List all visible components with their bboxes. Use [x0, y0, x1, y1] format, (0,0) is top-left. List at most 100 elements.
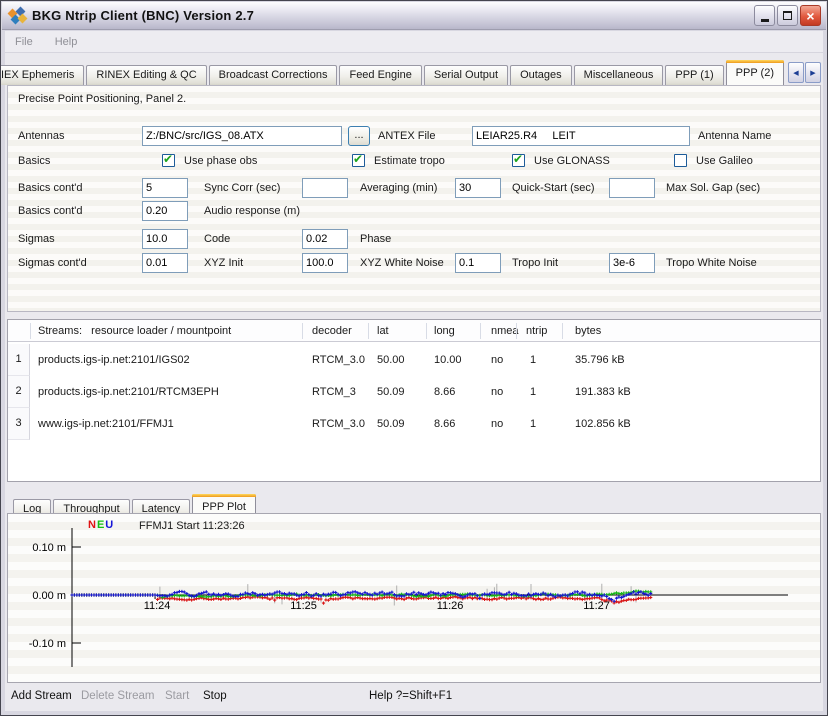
svg-text:11:24: 11:24 — [144, 600, 171, 612]
cell-long: 10.00 — [434, 344, 462, 376]
cell-lat: 50.09 — [377, 376, 405, 408]
estimate-tropo-checkbox[interactable]: ✔ — [352, 154, 365, 167]
svg-text:11:26: 11:26 — [437, 600, 464, 612]
check-icon: ✔ — [513, 152, 523, 166]
tab-broadcast-corrections[interactable]: Broadcast Corrections — [209, 65, 338, 85]
close-button[interactable]: × — [800, 5, 821, 26]
row-number: 1 — [8, 344, 30, 376]
tab-miscellaneous[interactable]: Miscellaneous — [574, 65, 664, 85]
basics-row: Basics ✔ Use phase obs ✔ Estimate tropo … — [8, 150, 820, 172]
table-row[interactable]: 2 products.igs-ip.net:2101/RTCM3EPH RTCM… — [8, 376, 820, 408]
basics-contd2-label: Basics cont'd — [18, 200, 82, 222]
col-header-decoder[interactable]: decoder — [312, 320, 352, 342]
legend-up: U — [105, 519, 114, 531]
streams-table: Streams: resource loader / mountpoint de… — [7, 319, 821, 482]
menu-help[interactable]: Help — [55, 36, 78, 48]
xyz-white-noise-label: XYZ White Noise — [360, 252, 444, 274]
basics-contd2-row: Basics cont'd Audio response (m) — [8, 200, 820, 222]
sync-corr-label: Sync Corr (sec) — [204, 177, 280, 199]
start-button[interactable]: Start — [165, 681, 189, 711]
col-header-streams[interactable]: Streams: resource loader / mountpoint — [38, 320, 231, 342]
table-row[interactable]: 3 www.igs-ip.net:2101/FFMJ1 RTCM_3.0 50.… — [8, 408, 820, 440]
col-header-ntrip[interactable]: ntrip — [526, 320, 547, 342]
chevron-right-icon: ▶ — [810, 69, 815, 77]
xyz-init-input[interactable] — [142, 253, 188, 273]
row-number: 3 — [8, 408, 30, 440]
tab-ppp-2[interactable]: PPP (2) — [726, 60, 784, 85]
quick-start-label: Quick-Start (sec) — [512, 177, 595, 199]
stop-button[interactable]: Stop — [203, 681, 227, 711]
averaging-input[interactable] — [302, 178, 348, 198]
sigma-code-input[interactable] — [142, 229, 188, 249]
delete-stream-button[interactable]: Delete Stream — [81, 681, 155, 711]
xyz-init-label: XYZ Init — [204, 252, 243, 274]
audio-response-input[interactable] — [142, 201, 188, 221]
tab-ppp-1[interactable]: PPP (1) — [665, 65, 723, 85]
maximize-button[interactable] — [777, 5, 798, 26]
browse-antex-button[interactable]: ... — [348, 126, 370, 146]
client-area: File Help IEX Ephemeris RINEX Editing & … — [5, 31, 823, 711]
plot-station-annotation: FFMJ1 Start 11:23:26 — [139, 520, 245, 532]
xyz-white-noise-input[interactable] — [302, 253, 348, 273]
tropo-init-input[interactable] — [455, 253, 501, 273]
minimize-icon — [761, 19, 769, 22]
help-button[interactable]: Help ?=Shift+F1 — [369, 681, 452, 711]
col-header-bytes[interactable]: bytes — [575, 320, 601, 342]
cell-ntrip: 1 — [530, 344, 536, 376]
cell-nmea: no — [491, 408, 503, 440]
tab-rinex-editing-qc[interactable]: RINEX Editing & QC — [86, 65, 206, 85]
tab-rinex-ephemeris[interactable]: IEX Ephemeris — [0, 65, 84, 85]
tropo-white-noise-label: Tropo White Noise — [666, 252, 757, 274]
footer-bar: Add Stream Delete Stream Start Stop Help… — [5, 681, 823, 711]
menu-bar: File Help — [5, 31, 823, 53]
col-header-long[interactable]: long — [434, 320, 455, 342]
title-bar[interactable]: BKG Ntrip Client (BNC) Version 2.7 × — [2, 2, 826, 30]
col-header-nmea[interactable]: nmea — [491, 320, 519, 342]
sigmas-contd-label: Sigmas cont'd — [18, 252, 87, 274]
table-row[interactable]: 1 products.igs-ip.net:2101/IGS02 RTCM_3.… — [8, 344, 820, 376]
plot-legend: NEU — [88, 519, 114, 531]
antex-file-input[interactable] — [142, 126, 342, 146]
tab-scroll-left-button[interactable]: ◀ — [788, 62, 804, 83]
tropo-white-noise-input[interactable] — [609, 253, 655, 273]
basics-contd-row: Basics cont'd Sync Corr (sec) Averaging … — [8, 177, 820, 199]
use-glonass-checkbox[interactable]: ✔ — [512, 154, 525, 167]
use-glonass-label: Use GLONASS — [534, 150, 610, 172]
cell-lat: 50.09 — [377, 408, 405, 440]
quick-start-input[interactable] — [455, 178, 501, 198]
streams-table-header: Streams: resource loader / mountpoint de… — [8, 320, 820, 342]
add-stream-button[interactable]: Add Stream — [11, 681, 72, 711]
cell-nmea: no — [491, 344, 503, 376]
cell-ntrip: 1 — [530, 376, 536, 408]
cell-bytes: 35.796 kB — [575, 344, 625, 376]
minimize-button[interactable] — [754, 5, 775, 26]
tab-outages[interactable]: Outages — [510, 65, 572, 85]
use-phase-obs-checkbox[interactable]: ✔ — [162, 154, 175, 167]
use-galileo-label: Use Galileo — [696, 150, 753, 172]
tab-serial-output[interactable]: Serial Output — [424, 65, 508, 85]
basics-label: Basics — [18, 150, 50, 172]
cell-bytes: 191.383 kB — [575, 376, 631, 408]
sigma-phase-input[interactable] — [302, 229, 348, 249]
sync-corr-input[interactable] — [142, 178, 188, 198]
tab-scroll-right-button[interactable]: ▶ — [805, 62, 821, 83]
tab-feed-engine[interactable]: Feed Engine — [339, 65, 421, 85]
check-icon: ✔ — [353, 152, 363, 166]
cell-decoder: RTCM_3.0 — [312, 344, 365, 376]
max-sol-gap-input[interactable] — [609, 178, 655, 198]
antenna-name-input[interactable] — [472, 126, 690, 146]
cell-ntrip: 1 — [530, 408, 536, 440]
row-number: 2 — [8, 376, 30, 408]
antennas-label: Antennas — [18, 125, 64, 147]
tropo-init-label: Tropo Init — [512, 252, 558, 274]
menu-file[interactable]: File — [15, 36, 33, 48]
col-header-lat[interactable]: lat — [377, 320, 389, 342]
check-icon: ✔ — [163, 152, 173, 166]
estimate-tropo-label: Estimate tropo — [374, 150, 445, 172]
cell-nmea: no — [491, 376, 503, 408]
use-galileo-checkbox[interactable]: ✔ — [674, 154, 687, 167]
maximize-icon — [783, 11, 792, 20]
svg-text:11:25: 11:25 — [290, 600, 317, 612]
legend-north: N — [88, 519, 97, 531]
svg-text:11:27: 11:27 — [583, 600, 610, 612]
